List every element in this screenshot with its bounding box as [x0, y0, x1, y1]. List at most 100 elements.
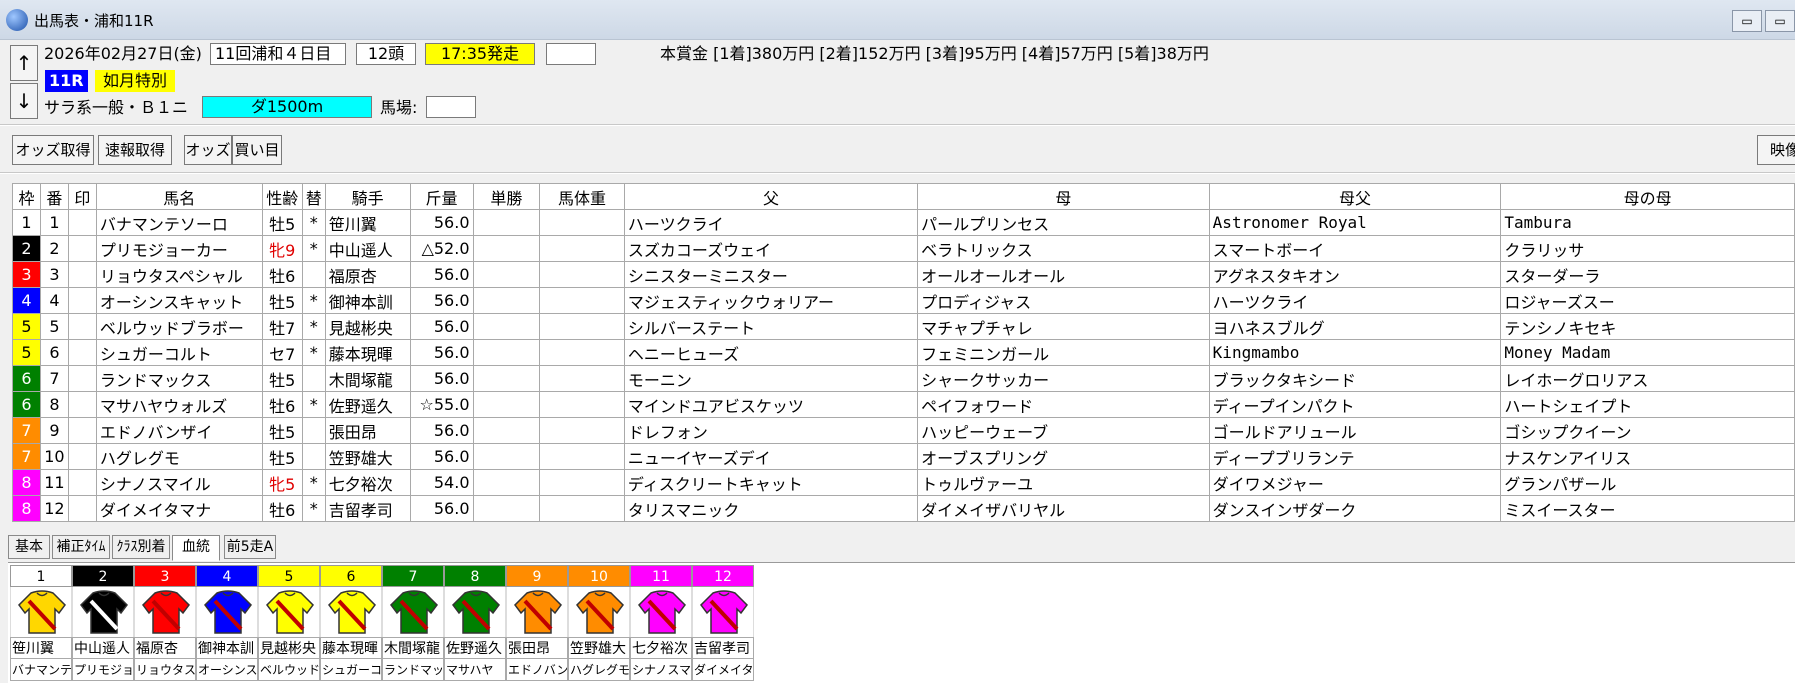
mark-cell[interactable] — [67, 261, 97, 288]
silk-jockey-name: 張田昂 — [506, 637, 568, 659]
sire-cell: ドレフォン — [623, 417, 919, 444]
jockey-column[interactable]: 10 笠野雄大 ハグレグモ — [568, 565, 630, 681]
odds-button[interactable]: オッズ — [184, 135, 232, 165]
silk-jockey-name: 福原杏 — [134, 637, 196, 659]
tab-basic[interactable]: 基本 — [8, 535, 50, 559]
table-row[interactable]: 2 2 プリモジョーカー 牝9 * 中山遥人 △52.0 スズカコーズウェイ ベラトリックス スマ… — [12, 235, 1795, 262]
prev-race-button[interactable]: ↑ — [10, 45, 38, 81]
jockey-column[interactable]: 3 福原杏 リョウタス — [134, 565, 196, 681]
header-dam-sire[interactable]: 母父 — [1208, 183, 1502, 210]
dam-sire-cell: スマートボーイ — [1208, 235, 1502, 262]
header-sire[interactable]: 父 — [623, 183, 919, 210]
waku-cell: 8 — [12, 495, 41, 522]
minimize-button[interactable]: ▭ — [1732, 10, 1762, 32]
header-change[interactable]: 替 — [301, 183, 326, 210]
mark-cell[interactable] — [67, 235, 97, 262]
mark-cell[interactable] — [67, 443, 97, 470]
table-row[interactable]: 8 12 ダイメイタマナ 牡6 * 吉留孝司 56.0 タリスマニック ダイメイザバリヤル ダンス… — [12, 495, 1795, 522]
table-row[interactable]: 5 5 ベルウッドブラボー 牡7 * 見越彬央 56.0 シルバーステート マチャプチャレ ヨハネ… — [12, 313, 1795, 340]
header-waku[interactable]: 枠 — [12, 183, 41, 210]
win-odds-cell — [472, 287, 541, 314]
mark-cell[interactable] — [67, 495, 97, 522]
header-horse-name[interactable]: 馬名 — [95, 183, 263, 210]
mark-cell[interactable] — [67, 313, 97, 340]
win-odds-cell — [472, 443, 541, 470]
number-cell: 8 — [39, 391, 69, 418]
jockey-column[interactable]: 6 藤本現暉 シュガーコ — [320, 565, 382, 681]
table-row[interactable]: 6 8 マサハヤウォルズ 牡6 * 佐野遥久 ☆55.0 マインドユアビスケッツ ペイフォワード… — [12, 391, 1795, 418]
jockey-column[interactable]: 1 笹川翼 バナマンテ — [10, 565, 72, 681]
dam-cell: オーブスプリング — [917, 443, 1210, 470]
body-weight-cell — [539, 287, 625, 314]
weight-cell: 54.0 — [409, 469, 474, 496]
header-win-odds[interactable]: 単勝 — [472, 183, 541, 210]
silk-horse-name: ランドマッ — [382, 659, 444, 681]
header-body-weight[interactable]: 馬体重 — [539, 183, 625, 210]
post-time-field[interactable]: 17:35発走 — [425, 43, 535, 65]
jersey-icon — [382, 587, 444, 637]
race-date: 2026年02月27日(金) — [44, 44, 202, 63]
jockey-cell: 御神本訓 — [324, 287, 411, 314]
horse-name-cell: エドノバンザイ — [95, 417, 263, 444]
table-row[interactable]: 4 4 オーシンスキャット 牡5 * 御神本訓 56.0 マジェスティックウォリアー プロディジ… — [12, 287, 1795, 314]
jockey-column[interactable]: 5 見越彬央 ベルウッド — [258, 565, 320, 681]
header-number[interactable]: 番 — [39, 183, 69, 210]
entry-table: 枠 番 印 馬名 性齢 替 騎手 斤量 単勝 馬体重 父 母 母父 母の母 11… — [12, 183, 1795, 522]
mark-cell[interactable] — [67, 417, 97, 444]
mark-cell[interactable] — [67, 209, 97, 236]
header-mark[interactable]: 印 — [67, 183, 97, 210]
silk-jockey-name: 中山遥人 — [72, 637, 134, 659]
header-dam[interactable]: 母 — [917, 183, 1210, 210]
number-cell: 5 — [39, 313, 69, 340]
waku-cell: 4 — [12, 287, 41, 314]
jockey-column[interactable]: 2 中山遥人 プリモジョ — [72, 565, 134, 681]
jockey-column[interactable]: 9 張田昂 エドノバン — [506, 565, 568, 681]
horse-name-cell: シュガーコルト — [95, 339, 263, 366]
dam-cell: フェミニンガール — [917, 339, 1210, 366]
table-row[interactable]: 5 6 シュガーコルト セ7 * 藤本現暉 56.0 ヘニーヒューズ フェミニンガール Kingm… — [12, 339, 1795, 366]
silk-number: 7 — [382, 565, 444, 587]
jockey-column[interactable]: 4 御神本訓 オーシンス — [196, 565, 258, 681]
table-row[interactable]: 6 7 ランドマックス 牡5 木間塚龍 56.0 モーニン シャークサッカー ブラックタキシード… — [12, 365, 1795, 392]
header-dam-dam[interactable]: 母の母 — [1500, 183, 1795, 210]
fetch-odds-button[interactable]: オッズ取得 — [12, 135, 94, 165]
mark-cell[interactable] — [67, 365, 97, 392]
table-row[interactable]: 7 10 ハグレグモ 牡5 笠野雄大 56.0 ニューイヤーズデイ オーブスプリング ディープブ… — [12, 443, 1795, 470]
jockey-column[interactable]: 7 木間塚龍 ランドマッ — [382, 565, 444, 681]
jockey-column[interactable]: 12 吉留孝司 ダイメイタ — [692, 565, 754, 681]
track-condition-field[interactable] — [426, 96, 476, 118]
mark-cell[interactable] — [67, 287, 97, 314]
dam-cell: シャークサッカー — [917, 365, 1210, 392]
table-row[interactable]: 7 9 エドノバンザイ 牡5 張田昂 56.0 ドレフォン ハッピーウェーブ ゴールドアリュール… — [12, 417, 1795, 444]
mark-cell[interactable] — [67, 469, 97, 496]
win-odds-cell — [472, 339, 541, 366]
jersey-icon — [506, 587, 568, 637]
tab-last5[interactable]: 前5走A — [224, 535, 276, 559]
extra-field[interactable] — [546, 43, 596, 65]
tab-pedigree[interactable]: 血統 — [172, 535, 220, 561]
tab-class-results[interactable]: ｸﾗｽ別着 — [112, 535, 170, 559]
fetch-results-button[interactable]: 速報取得 — [98, 135, 172, 165]
table-row[interactable]: 1 1 バナマンテソーロ 牡5 * 笹川翼 56.0 ハーツクライ パールプリンセス Astron… — [12, 209, 1795, 236]
mark-cell[interactable] — [67, 391, 97, 418]
video-button[interactable]: 映像 — [1757, 135, 1795, 165]
mark-cell[interactable] — [67, 339, 97, 366]
dam-dam-cell: ミスイースター — [1500, 495, 1795, 522]
sire-cell: タリスマニック — [623, 495, 919, 522]
buy-button[interactable]: 買い目 — [232, 135, 282, 165]
win-odds-cell — [472, 313, 541, 340]
meeting-field[interactable]: 11回浦和４日目 — [210, 43, 346, 65]
header-sex-age[interactable]: 性齢 — [261, 183, 303, 210]
tab-corrected-time[interactable]: 補正ﾀｲﾑ — [52, 535, 110, 559]
silk-number: 9 — [506, 565, 568, 587]
next-race-button[interactable]: ↓ — [10, 83, 38, 119]
header-weight[interactable]: 斤量 — [409, 183, 474, 210]
jockey-column[interactable]: 8 佐野遥久 マサハヤ — [444, 565, 506, 681]
table-row[interactable]: 3 3 リョウタスペシャル 牡6 福原杏 56.0 シニスターミニスター オールオールオールア… — [12, 261, 1795, 288]
silk-jockey-name: 笹川翼 — [10, 637, 72, 659]
header-jockey[interactable]: 騎手 — [324, 183, 411, 210]
head-count-field[interactable]: 12頭 — [356, 43, 416, 65]
table-row[interactable]: 8 11 シナノスマイル 牝5 * 七夕裕次 54.0 ディスクリートキャット トゥルヴァーユダ… — [12, 469, 1795, 496]
jockey-column[interactable]: 11 七夕裕次 シナノスマ — [630, 565, 692, 681]
restore-button[interactable]: ▭ — [1765, 10, 1795, 32]
